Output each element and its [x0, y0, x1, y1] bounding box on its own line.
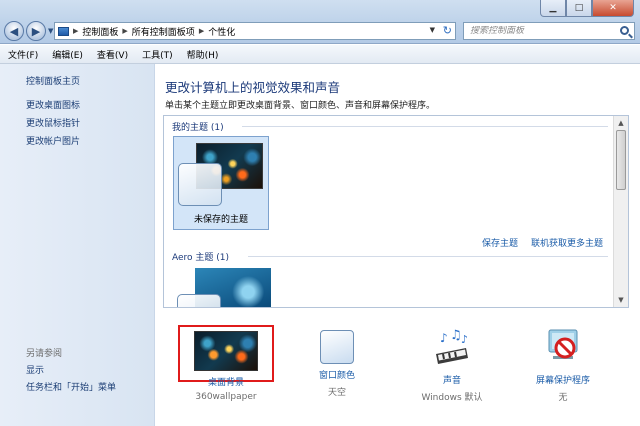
window-color-option[interactable]: 窗口颜色 天空 — [290, 326, 384, 398]
unsaved-theme-tile[interactable]: 未保存的主题 — [173, 136, 269, 230]
maximize-button[interactable]: □ — [566, 0, 592, 17]
minimize-icon: ▁ — [549, 3, 557, 13]
left-navigation-pane: 控制面板主页 更改桌面图标 更改鼠标指针 更改帐户图片 另请参阅 显示 任务栏和… — [0, 64, 155, 426]
window-color-label[interactable]: 窗口颜色 — [290, 368, 384, 381]
change-account-picture-link[interactable]: 更改帐户图片 — [26, 134, 80, 147]
sounds-option[interactable]: ♪ ♫ ♪ 声音 Windows 默认 — [405, 326, 499, 403]
breadcrumb-all-items[interactable]: 所有控制面板项 — [132, 25, 195, 38]
screen-saver-value: 无 — [558, 393, 568, 403]
refresh-icon[interactable]: ↻ — [443, 24, 452, 37]
aero-theme-tile[interactable] — [173, 268, 271, 307]
get-more-themes-online-link[interactable]: 联机获取更多主题 — [531, 236, 603, 249]
scrollbar-thumb[interactable] — [616, 130, 626, 190]
menu-edit[interactable]: 编辑(E) — [52, 48, 83, 61]
forward-button[interactable]: ▶ — [26, 21, 46, 41]
window-controls: ▁ □ ✕ — [540, 0, 634, 17]
control-panel-icon — [58, 26, 69, 36]
save-theme-link[interactable]: 保存主题 — [482, 236, 518, 249]
screen-saver-icon — [548, 329, 578, 359]
window-color-value: 天空 — [327, 388, 346, 398]
change-desktop-icons-link[interactable]: 更改桌面图标 — [26, 98, 80, 111]
search-input[interactable] — [470, 26, 610, 36]
desktop-background-label[interactable]: 桌面背景 — [179, 375, 273, 388]
display-link[interactable]: 显示 — [26, 363, 44, 376]
page-description: 单击某个主题立即更改桌面背景、窗口颜色、声音和屏幕保护程序。 — [165, 101, 436, 111]
search-icon[interactable] — [620, 26, 629, 35]
sounds-label[interactable]: 声音 — [405, 373, 499, 386]
maximize-icon: □ — [574, 3, 584, 13]
menu-view[interactable]: 查看(V) — [97, 48, 128, 61]
back-arrow-icon: ◀ — [9, 24, 19, 38]
close-button[interactable]: ✕ — [592, 0, 634, 17]
menu-bar: 文件(F) 编辑(E) 查看(V) 工具(T) 帮助(H) — [0, 45, 640, 64]
theme-list-scrollbar[interactable]: ▲ ▼ — [613, 116, 628, 307]
desktop-background-option[interactable]: 桌面背景 360wallpaper — [179, 326, 273, 402]
close-icon: ✕ — [609, 3, 617, 13]
svg-text:♪: ♪ — [461, 333, 468, 346]
see-also-heading: 另请参阅 — [26, 349, 63, 359]
change-mouse-pointers-link[interactable]: 更改鼠标指针 — [26, 116, 80, 129]
breadcrumb-personalization[interactable]: 个性化 — [208, 25, 235, 38]
svg-text:♪: ♪ — [440, 331, 448, 345]
group-divider — [248, 256, 608, 257]
sound-icon: ♪ ♫ ♪ — [436, 328, 468, 364]
desktop-background-value: 360wallpaper — [195, 392, 257, 402]
menu-tools[interactable]: 工具(T) — [142, 48, 173, 61]
forward-arrow-icon: ▶ — [31, 24, 41, 38]
scroll-up-icon[interactable]: ▲ — [614, 116, 628, 130]
minimize-button[interactable]: ▁ — [540, 0, 566, 17]
menu-help[interactable]: 帮助(H) — [187, 48, 219, 61]
personalization-options: 桌面背景 360wallpaper 窗口颜色 天空 ♪ ♫ ♪ 声音 Windo… — [156, 325, 640, 426]
navigation-buttons: ◀ ▶ ▼ — [4, 21, 57, 41]
unsaved-theme-label: 未保存的主题 — [193, 215, 248, 225]
desktop-background-icon — [194, 331, 258, 371]
back-button[interactable]: ◀ — [4, 21, 24, 41]
screen-saver-option[interactable]: 屏幕保护程序 无 — [516, 326, 610, 403]
page-title: 更改计算机上的视觉效果和声音 — [165, 80, 341, 95]
search-box — [463, 22, 635, 40]
screen-saver-label[interactable]: 屏幕保护程序 — [516, 373, 610, 386]
svg-text:♫: ♫ — [450, 328, 462, 343]
sounds-value: Windows 默认 — [421, 393, 483, 403]
title-bar: ▁ □ ✕ ◀ ▶ ▼ ▶ 控制面板 ▶ 所有控制面板项 ▶ 个性化 ▼ ↻ — [0, 0, 640, 44]
group-divider — [242, 126, 608, 127]
breadcrumb-control-panel[interactable]: 控制面板 — [82, 25, 118, 38]
theme-window-color-preview — [177, 294, 221, 307]
my-themes-heading: 我的主题 (1) — [172, 123, 224, 133]
scroll-down-icon[interactable]: ▼ — [614, 293, 628, 307]
breadcrumb-separator-icon[interactable]: ▶ — [73, 27, 78, 35]
recent-pages-dropdown-icon[interactable]: ▼ — [48, 27, 53, 35]
aero-themes-heading: Aero 主题 (1) — [172, 253, 230, 263]
breadcrumb-separator-icon[interactable]: ▶ — [122, 27, 127, 35]
address-dropdown-icon[interactable]: ▼ — [430, 26, 435, 34]
window-color-icon — [320, 330, 354, 364]
theme-window-color-preview — [178, 163, 222, 206]
address-bar[interactable]: ▶ 控制面板 ▶ 所有控制面板项 ▶ 个性化 ▼ ↻ — [54, 22, 456, 40]
breadcrumb-separator-icon[interactable]: ▶ — [199, 27, 204, 35]
taskbar-start-menu-link[interactable]: 任务栏和「开始」菜单 — [26, 380, 116, 393]
theme-list[interactable]: 我的主题 (1) 未保存的主题 保存主题 联机获取更多主题 Aero 主题 (1… — [163, 115, 629, 308]
main-content: 更改计算机上的视觉效果和声音 单击某个主题立即更改桌面背景、窗口颜色、声音和屏幕… — [156, 64, 640, 426]
menu-file[interactable]: 文件(F) — [8, 48, 38, 61]
control-panel-home-link[interactable]: 控制面板主页 — [26, 74, 80, 87]
